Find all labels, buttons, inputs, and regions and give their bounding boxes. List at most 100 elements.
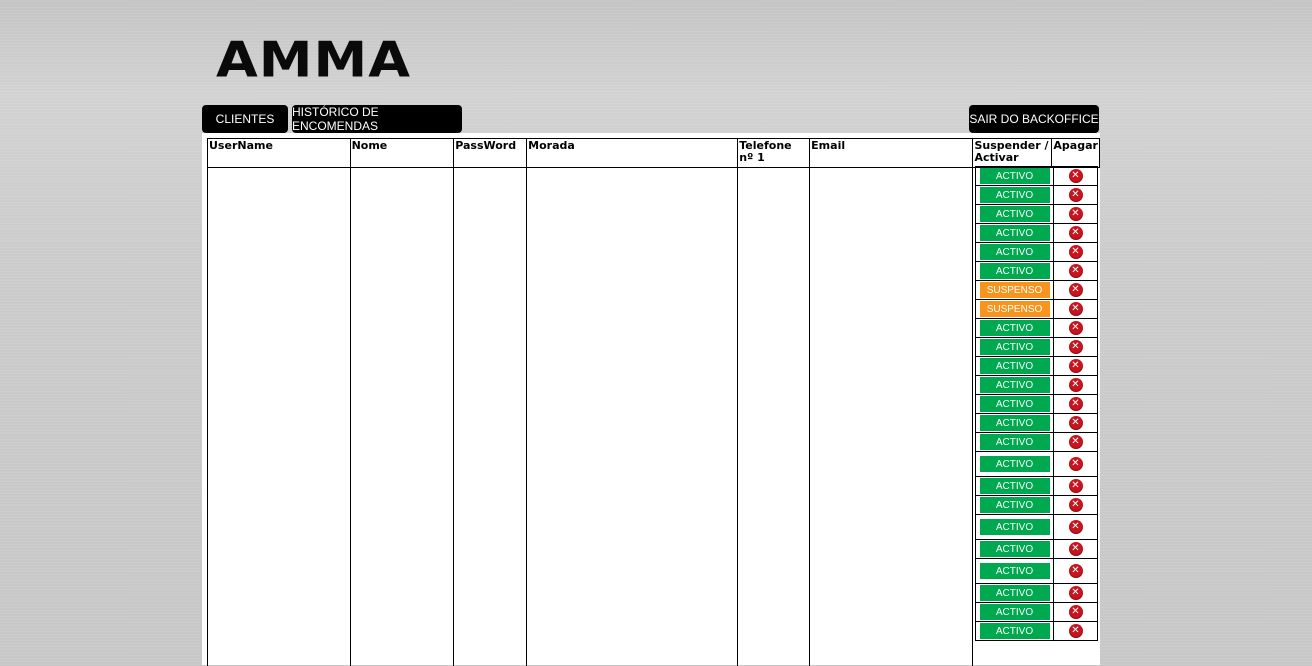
delete-cell: ✕ — [1054, 452, 1097, 476]
delete-cell: ✕ — [1054, 540, 1097, 558]
active-status-button[interactable]: ACTIVO — [980, 541, 1050, 557]
table-row: SUSPENSO ✕ — [975, 299, 1098, 319]
active-status-button[interactable]: ACTIVO — [980, 263, 1050, 279]
delete-x-icon[interactable]: ✕ — [1069, 169, 1083, 183]
table-row: SUSPENSO ✕ — [975, 280, 1098, 300]
active-status-button[interactable]: ACTIVO — [980, 563, 1050, 579]
table-row: ACTIVO ✕ — [975, 166, 1098, 186]
logout-button[interactable]: SAIR DO BACKOFFICE — [969, 105, 1099, 133]
active-status-button[interactable]: ACTIVO — [980, 377, 1050, 393]
active-status-button[interactable]: ACTIVO — [980, 456, 1050, 472]
delete-cell: ✕ — [1054, 243, 1097, 261]
active-status-button[interactable]: ACTIVO — [980, 415, 1050, 431]
delete-x-icon[interactable]: ✕ — [1069, 207, 1083, 221]
header-password: PassWord — [454, 139, 527, 168]
suspended-status-button[interactable]: SUSPENSO — [980, 301, 1050, 317]
delete-x-icon[interactable]: ✕ — [1069, 321, 1083, 335]
delete-cell: ✕ — [1054, 622, 1097, 640]
active-status-button[interactable]: ACTIVO — [980, 187, 1050, 203]
table-body — [208, 168, 1100, 666]
delete-x-icon[interactable]: ✕ — [1069, 397, 1083, 411]
table-row: ACTIVO ✕ — [975, 375, 1098, 395]
delete-cell: ✕ — [1054, 224, 1097, 242]
active-status-button[interactable]: ACTIVO — [980, 478, 1050, 494]
password-column — [454, 168, 527, 666]
status-cell: ACTIVO — [976, 243, 1054, 261]
status-cell: ACTIVO — [976, 452, 1054, 476]
status-cell: SUSPENSO — [976, 300, 1054, 318]
header-name: Nome — [350, 139, 454, 168]
active-status-button[interactable]: ACTIVO — [980, 168, 1050, 184]
delete-x-icon[interactable]: ✕ — [1069, 378, 1083, 392]
delete-cell: ✕ — [1054, 433, 1097, 451]
table-row: ACTIVO ✕ — [975, 432, 1098, 452]
delete-x-icon[interactable]: ✕ — [1069, 245, 1083, 259]
table-row: ACTIVO ✕ — [975, 602, 1098, 622]
orders-history-button[interactable]: HISTÓRICO DE ENCOMENDAS — [292, 105, 462, 133]
active-status-button[interactable]: ACTIVO — [980, 358, 1050, 374]
delete-cell: ✕ — [1054, 603, 1097, 621]
delete-cell: ✕ — [1054, 319, 1097, 337]
status-cell: ACTIVO — [976, 186, 1054, 204]
active-status-button[interactable]: ACTIVO — [980, 604, 1050, 620]
name-column — [350, 168, 454, 666]
delete-x-icon[interactable]: ✕ — [1069, 520, 1083, 534]
delete-cell: ✕ — [1054, 559, 1097, 583]
table-row: ACTIVO ✕ — [975, 558, 1098, 584]
delete-x-icon[interactable]: ✕ — [1069, 564, 1083, 578]
active-status-button[interactable]: ACTIVO — [980, 320, 1050, 336]
status-cell: ACTIVO — [976, 584, 1054, 602]
delete-x-icon[interactable]: ✕ — [1069, 188, 1083, 202]
delete-x-icon[interactable]: ✕ — [1069, 416, 1083, 430]
suspended-status-button[interactable]: SUSPENSO — [980, 282, 1050, 298]
active-status-button[interactable]: ACTIVO — [980, 585, 1050, 601]
status-cell: ACTIVO — [976, 477, 1054, 495]
active-status-button[interactable]: ACTIVO — [980, 339, 1050, 355]
status-cell: ACTIVO — [976, 515, 1054, 539]
active-status-button[interactable]: ACTIVO — [980, 225, 1050, 241]
active-status-button[interactable]: ACTIVO — [980, 434, 1050, 450]
delete-x-icon[interactable]: ✕ — [1069, 624, 1083, 638]
table-row: ACTIVO ✕ — [975, 318, 1098, 338]
delete-x-icon[interactable]: ✕ — [1069, 302, 1083, 316]
clients-button[interactable]: CLIENTES — [202, 105, 288, 133]
delete-x-icon[interactable]: ✕ — [1069, 226, 1083, 240]
table-header-row: UserName Nome PassWord Morada Telefone n… — [208, 139, 1100, 168]
delete-x-icon[interactable]: ✕ — [1069, 264, 1083, 278]
table-row: ACTIVO ✕ — [975, 583, 1098, 603]
table-row: ACTIVO ✕ — [975, 356, 1098, 376]
delete-x-icon[interactable]: ✕ — [1069, 605, 1083, 619]
delete-x-icon[interactable]: ✕ — [1069, 586, 1083, 600]
status-cell: ACTIVO — [976, 167, 1054, 185]
delete-x-icon[interactable]: ✕ — [1069, 283, 1083, 297]
delete-x-icon[interactable]: ✕ — [1069, 498, 1083, 512]
active-status-button[interactable]: ACTIVO — [980, 244, 1050, 260]
header-phone: Telefone nº 1 — [738, 139, 810, 168]
username-column — [208, 168, 351, 666]
delete-x-icon[interactable]: ✕ — [1069, 359, 1083, 373]
active-status-button[interactable]: ACTIVO — [980, 519, 1050, 535]
delete-cell: ✕ — [1054, 395, 1097, 413]
delete-x-icon[interactable]: ✕ — [1069, 457, 1083, 471]
table-row: ACTIVO ✕ — [975, 261, 1098, 281]
address-column — [527, 168, 738, 666]
status-cell: ACTIVO — [976, 224, 1054, 242]
clients-panel: UserName Nome PassWord Morada Telefone n… — [202, 133, 1100, 665]
delete-x-icon[interactable]: ✕ — [1069, 340, 1083, 354]
active-status-button[interactable]: ACTIVO — [980, 396, 1050, 412]
table-row: ACTIVO ✕ — [975, 451, 1098, 477]
delete-cell: ✕ — [1054, 584, 1097, 602]
active-status-button[interactable]: ACTIVO — [980, 206, 1050, 222]
table-row: ACTIVO ✕ — [975, 185, 1098, 205]
delete-cell: ✕ — [1054, 414, 1097, 432]
delete-x-icon[interactable]: ✕ — [1069, 542, 1083, 556]
active-status-button[interactable]: ACTIVO — [980, 497, 1050, 513]
table-row: ACTIVO ✕ — [975, 539, 1098, 559]
delete-x-icon[interactable]: ✕ — [1069, 479, 1083, 493]
table-row: ACTIVO ✕ — [975, 242, 1098, 262]
status-cell: ACTIVO — [976, 205, 1054, 223]
active-status-button[interactable]: ACTIVO — [980, 623, 1050, 639]
status-rows: ACTIVO✕ACTIVO✕ACTIVO✕ACTIVO✕ACTIVO✕ACTIV… — [975, 166, 1098, 641]
delete-x-icon[interactable]: ✕ — [1069, 435, 1083, 449]
status-cell: ACTIVO — [976, 376, 1054, 394]
